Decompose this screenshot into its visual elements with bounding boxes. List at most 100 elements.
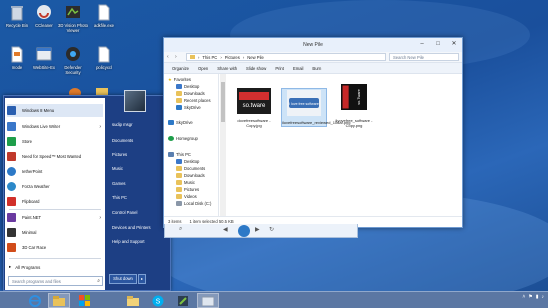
- places-games[interactable]: Games: [112, 181, 126, 186]
- nav-item[interactable]: ★ Favorites: [168, 77, 191, 82]
- desktop-icon-adkfile[interactable]: adkfile.exe: [89, 4, 119, 28]
- nav-item[interactable]: Desktop: [176, 84, 199, 89]
- zoom-icon[interactable]: ⌕: [179, 226, 182, 233]
- minimize-button[interactable]: –: [414, 38, 430, 50]
- all-programs-button[interactable]: ▸ All Programs: [9, 264, 40, 270]
- desktop-icon-label: Defender Security: [64, 65, 82, 75]
- start-menu-places: sudip msgr Documents Pictures Music Game…: [108, 98, 170, 290]
- places-pictures[interactable]: Pictures: [112, 152, 127, 157]
- nav-label: Pictures: [184, 187, 200, 192]
- taskbar-explorer[interactable]: [48, 293, 70, 308]
- places-devices-printers[interactable]: Devices and Printers: [112, 225, 151, 230]
- start-menu-item[interactable]: Need for Speed™ Most Wanted: [7, 150, 103, 163]
- viewer-toolbar: ⌕ ◀ ▶ ↻: [164, 224, 358, 238]
- volume-icon[interactable]: ♪: [542, 294, 545, 300]
- breadcrumb-segment[interactable]: New Pile: [247, 55, 264, 60]
- forward-icon[interactable]: ›: [175, 54, 183, 60]
- explorer-icon: [53, 295, 65, 306]
- windows-menu-icon: [7, 106, 16, 115]
- nav-item[interactable]: SkyDrive: [176, 105, 201, 110]
- places-control-panel[interactable]: Control Panel: [112, 210, 137, 215]
- flag-icon[interactable]: ⚑: [528, 294, 532, 300]
- file-icon: [98, 46, 110, 63]
- share-with-button[interactable]: Share with: [217, 66, 237, 71]
- desktop-icon-ccleaner[interactable]: CCleaner: [29, 4, 59, 28]
- places-documents[interactable]: Documents: [112, 138, 133, 143]
- chevron-up-icon[interactable]: ˄: [522, 294, 525, 300]
- email-button[interactable]: Email: [293, 66, 303, 71]
- nav-item[interactable]: Homegroup: [168, 136, 198, 141]
- taskbar-windows[interactable]: [73, 293, 95, 308]
- nav-item[interactable]: Videos: [176, 194, 197, 199]
- places-music[interactable]: Music: [112, 166, 123, 171]
- nav-label: Local Disk (C:): [184, 201, 212, 206]
- taskbar-tool[interactable]: [172, 293, 194, 308]
- next-icon[interactable]: ▶: [255, 226, 260, 233]
- start-menu-item[interactable]: Minimal: [7, 226, 103, 239]
- nav-item[interactable]: This PC: [168, 152, 191, 157]
- start-menu-item[interactable]: 3D Car Race: [7, 241, 103, 254]
- desktop-icon-3d-vision[interactable]: 3D Vision Photo Viewer: [58, 4, 88, 33]
- nav-item[interactable]: Desktop: [176, 159, 199, 164]
- window-titlebar: New Pile – □ ✕: [164, 38, 462, 52]
- nav-item[interactable]: Music: [176, 180, 195, 185]
- print-button[interactable]: Print: [275, 66, 284, 71]
- thumbnail-logo-text: so.tware: [243, 103, 266, 109]
- skydrive-icon: [176, 105, 182, 110]
- paint-net-icon: [7, 213, 16, 222]
- start-search-input[interactable]: Search programs and files ⌕: [8, 276, 103, 286]
- nav-item[interactable]: Local Disk (C:): [176, 201, 211, 206]
- shutdown-button[interactable]: Shut down: [109, 274, 137, 284]
- scrollbar-thumb[interactable]: [221, 82, 225, 122]
- taskbar-ie[interactable]: [24, 293, 46, 308]
- nav-item[interactable]: SkyDrive: [168, 120, 193, 125]
- user-picture[interactable]: [124, 90, 146, 112]
- taskbar-folder[interactable]: [122, 293, 144, 308]
- slide-show-button[interactable]: Slide show: [246, 66, 266, 71]
- folder-icon: [190, 55, 195, 59]
- start-menu-item-label: Flipboard: [22, 199, 40, 204]
- address-bar[interactable]: › This PC › Pictures › New Pile: [186, 53, 386, 61]
- explorer-search-input[interactable]: Search New Pile: [389, 53, 459, 61]
- network-icon[interactable]: ▮: [536, 294, 539, 300]
- burn-button[interactable]: Burn: [312, 66, 321, 71]
- nav-item[interactable]: Documents: [176, 166, 205, 171]
- places-help-support[interactable]: Help and Support: [112, 239, 145, 244]
- start-menu-item[interactable]: Store: [7, 135, 103, 148]
- breadcrumb-segment[interactable]: This PC: [202, 55, 217, 60]
- places-user[interactable]: sudip msgr: [112, 122, 132, 127]
- nav-item[interactable]: Downloads: [176, 91, 205, 96]
- breadcrumb-segment[interactable]: Pictures: [225, 55, 240, 60]
- file-item[interactable]: I love free software ilovefreesoftware_r…: [281, 88, 351, 127]
- file-item[interactable]: so.Tware ilyovefree_software - Copy.png: [331, 80, 377, 128]
- website-icon: [36, 47, 52, 61]
- desktop-icon-policyxcl[interactable]: policyxcl: [89, 46, 119, 70]
- open-button[interactable]: Open: [198, 66, 208, 71]
- back-icon[interactable]: ‹: [167, 54, 175, 60]
- organize-button[interactable]: Organize: [172, 66, 189, 71]
- close-button[interactable]: ✕: [446, 38, 462, 50]
- start-menu-item[interactable]: Flipboard: [7, 195, 103, 208]
- play-slideshow-button[interactable]: [238, 225, 250, 237]
- desktop-icon-website[interactable]: WebSite-Ex: [29, 46, 59, 70]
- nav-label: This PC: [176, 152, 191, 157]
- shutdown-options-button[interactable]: ▸: [138, 274, 146, 284]
- start-menu-item[interactable]: Forza Weather: [7, 180, 103, 193]
- previous-icon[interactable]: ◀: [223, 226, 228, 233]
- desktop-icon-defender[interactable]: Defender Security: [58, 46, 88, 75]
- places-this-pc[interactable]: This PC: [112, 195, 127, 200]
- start-menu-item[interactable]: Windows Live Writer ›: [7, 120, 103, 133]
- start-menu-item[interactable]: Paint.NET ›: [7, 211, 103, 224]
- maximize-button[interactable]: □: [430, 38, 446, 50]
- taskbar-skype[interactable]: S: [147, 293, 169, 308]
- rotate-icon[interactable]: ↻: [269, 226, 274, 233]
- file-item[interactable]: so.tware dovefreesoftware - Copy.jpg: [231, 88, 277, 128]
- start-menu-item[interactable]: IetherPoint: [7, 165, 103, 178]
- nav-item[interactable]: Pictures: [176, 187, 199, 192]
- desktop-icon-mode[interactable]: mode: [2, 46, 32, 70]
- desktop-icon-recycle-bin[interactable]: Recycle Bin: [2, 4, 32, 28]
- nav-item[interactable]: Recent places: [176, 98, 211, 103]
- nav-item[interactable]: Downloads: [176, 173, 205, 178]
- start-menu-item[interactable]: Windows 8 Menu: [7, 104, 103, 117]
- taskbar-explorer-2[interactable]: [197, 293, 219, 308]
